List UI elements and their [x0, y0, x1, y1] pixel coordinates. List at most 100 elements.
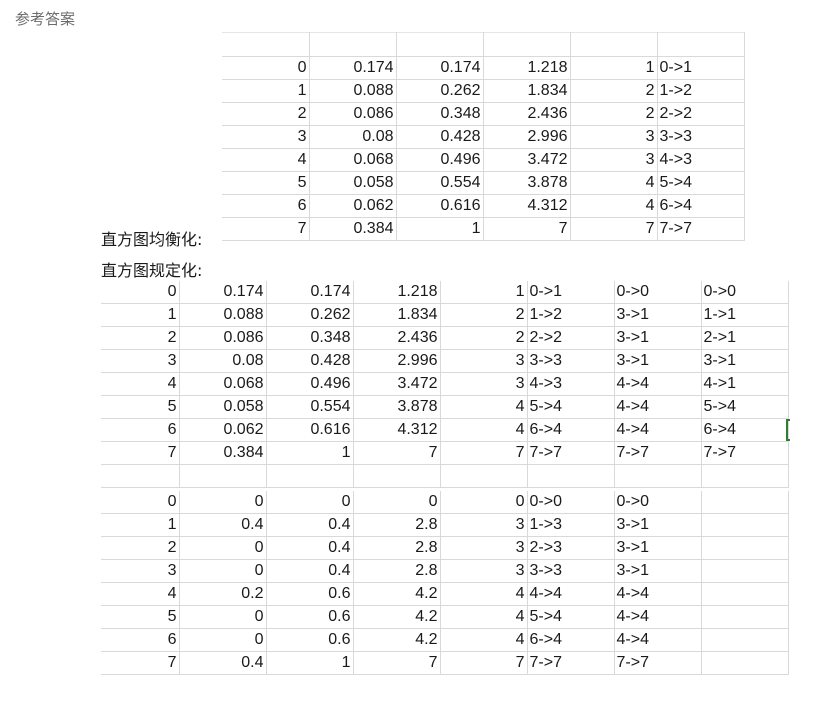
empty-cell[interactable]	[309, 32, 397, 57]
table-cell[interactable]	[701, 559, 789, 583]
table-cell[interactable]: 1.834	[483, 79, 571, 103]
table-cell[interactable]: 0.058	[309, 171, 397, 195]
table-cell[interactable]: 0.348	[396, 102, 484, 126]
empty-cell[interactable]	[701, 464, 789, 488]
table-cell[interactable]: 2	[570, 102, 658, 126]
table-cell[interactable]: 3	[440, 559, 528, 583]
table-cell[interactable]: 4.312	[353, 418, 441, 442]
table-cell[interactable]: 0.086	[309, 102, 397, 126]
table-cell[interactable]: 7->7	[614, 651, 702, 675]
table-cell[interactable]: 3	[101, 559, 180, 583]
table-cell[interactable]: 3->1	[614, 559, 702, 583]
table-cell[interactable]: 0.616	[396, 194, 484, 218]
table-cell[interactable]: 4->4	[614, 418, 702, 442]
table-cell[interactable]: 0->0	[527, 491, 615, 514]
table-cell[interactable]: 4	[570, 171, 658, 195]
table-cell[interactable]: 2.436	[353, 326, 441, 350]
table-cell[interactable]: 2.8	[353, 513, 441, 537]
table-cell[interactable]: 0	[222, 56, 310, 80]
table-cell[interactable]: 5	[101, 605, 180, 629]
table-cell[interactable]: 1	[101, 303, 180, 327]
table-cell[interactable]: 0->1	[657, 56, 745, 80]
table-cell[interactable]: 6	[101, 418, 180, 442]
table-cell[interactable]	[701, 651, 789, 675]
table-cell[interactable]: 0.068	[309, 148, 397, 172]
table-cell[interactable]: 0.4	[266, 536, 354, 560]
table-cell[interactable]: 4->3	[527, 372, 615, 396]
table-cell[interactable]: 1.218	[483, 56, 571, 80]
table-cell[interactable]: 0->0	[614, 491, 702, 514]
table-cell[interactable]: 3.878	[483, 171, 571, 195]
table-cell[interactable]: 0.4	[266, 513, 354, 537]
empty-cell[interactable]	[222, 32, 310, 57]
table-cell[interactable]: 0.08	[309, 125, 397, 149]
table-cell[interactable]: 7->7	[527, 651, 615, 675]
table-cell[interactable]: 4	[101, 582, 180, 606]
table-cell[interactable]: 7->7	[614, 441, 702, 465]
empty-cell[interactable]	[396, 32, 484, 57]
table-cell[interactable]: 1->1	[701, 303, 789, 327]
table-cell[interactable]: 0.384	[179, 441, 267, 465]
table-cell[interactable]: 4.2	[353, 628, 441, 652]
table-cell[interactable]: 4->4	[614, 395, 702, 419]
table-cell[interactable]: 3	[440, 372, 528, 396]
table-cell[interactable]: 0	[179, 628, 267, 652]
table-cell[interactable]: 3	[440, 536, 528, 560]
table-cell[interactable]: 3	[222, 125, 310, 149]
table-cell[interactable]: 2->2	[527, 326, 615, 350]
table-cell[interactable]: 0.174	[396, 56, 484, 80]
table-cell[interactable]: 0.384	[309, 217, 397, 241]
empty-cell[interactable]	[657, 32, 745, 57]
table-cell[interactable]: 1->3	[527, 513, 615, 537]
table-cell[interactable]: 4->4	[614, 628, 702, 652]
table-cell[interactable]: 0.6	[266, 628, 354, 652]
table-cell[interactable]: 0.496	[396, 148, 484, 172]
empty-cell[interactable]	[266, 464, 354, 488]
table-cell[interactable]: 0.428	[396, 125, 484, 149]
table-cell[interactable]: 2.8	[353, 536, 441, 560]
table-cell[interactable]: 0	[101, 491, 180, 514]
table-cell[interactable]: 0.088	[309, 79, 397, 103]
table-cell[interactable]: 4->4	[527, 582, 615, 606]
table-cell[interactable]: 3->1	[614, 513, 702, 537]
table-cell[interactable]: 3	[570, 125, 658, 149]
table-cell[interactable]: 7	[101, 441, 180, 465]
table-cell[interactable]: 0	[101, 281, 180, 304]
table-cell[interactable]: 0	[179, 536, 267, 560]
table-cell[interactable]: 0->0	[701, 281, 789, 304]
table-cell[interactable]: 0.058	[179, 395, 267, 419]
table-cell[interactable]: 0	[179, 559, 267, 583]
empty-cell[interactable]	[570, 32, 658, 57]
table-cell[interactable]: 4	[570, 194, 658, 218]
empty-cell[interactable]	[527, 464, 615, 488]
table-cell[interactable]: 3->1	[614, 349, 702, 373]
table-cell[interactable]: 6->4	[527, 628, 615, 652]
table-cell[interactable]: 5->4	[527, 605, 615, 629]
table-cell[interactable]: 0.062	[309, 194, 397, 218]
empty-cell[interactable]	[483, 32, 571, 57]
table-cell[interactable]: 2->1	[701, 326, 789, 350]
table-cell[interactable]: 0.348	[266, 326, 354, 350]
table-cell[interactable]: 0.068	[179, 372, 267, 396]
table-cell[interactable]: 7	[353, 651, 441, 675]
table-cell[interactable]: 4->3	[657, 148, 745, 172]
table-cell[interactable]: 2.8	[353, 559, 441, 583]
table-cell[interactable]: 6	[222, 194, 310, 218]
table-cell[interactable]: 3	[440, 513, 528, 537]
table-cell[interactable]: 1->2	[657, 79, 745, 103]
table-cell[interactable]: 3	[570, 148, 658, 172]
table-cell[interactable]: 2	[440, 303, 528, 327]
table-cell[interactable]: 3->1	[614, 303, 702, 327]
table-cell[interactable]: 4->4	[614, 605, 702, 629]
table-cell[interactable]: 2->2	[657, 102, 745, 126]
table-cell[interactable]: 5->4	[701, 395, 789, 419]
table-cell[interactable]: 7->7	[527, 441, 615, 465]
table-cell[interactable]: 0.174	[179, 281, 267, 304]
table-cell[interactable]: 0.4	[266, 559, 354, 583]
table-cell[interactable]: 3.878	[353, 395, 441, 419]
table-cell[interactable]: 4	[440, 628, 528, 652]
table-cell[interactable]: 0.174	[309, 56, 397, 80]
table-cell[interactable]: 1	[101, 513, 180, 537]
table-cell[interactable]: 0	[179, 605, 267, 629]
table-cell[interactable]: 3->1	[701, 349, 789, 373]
